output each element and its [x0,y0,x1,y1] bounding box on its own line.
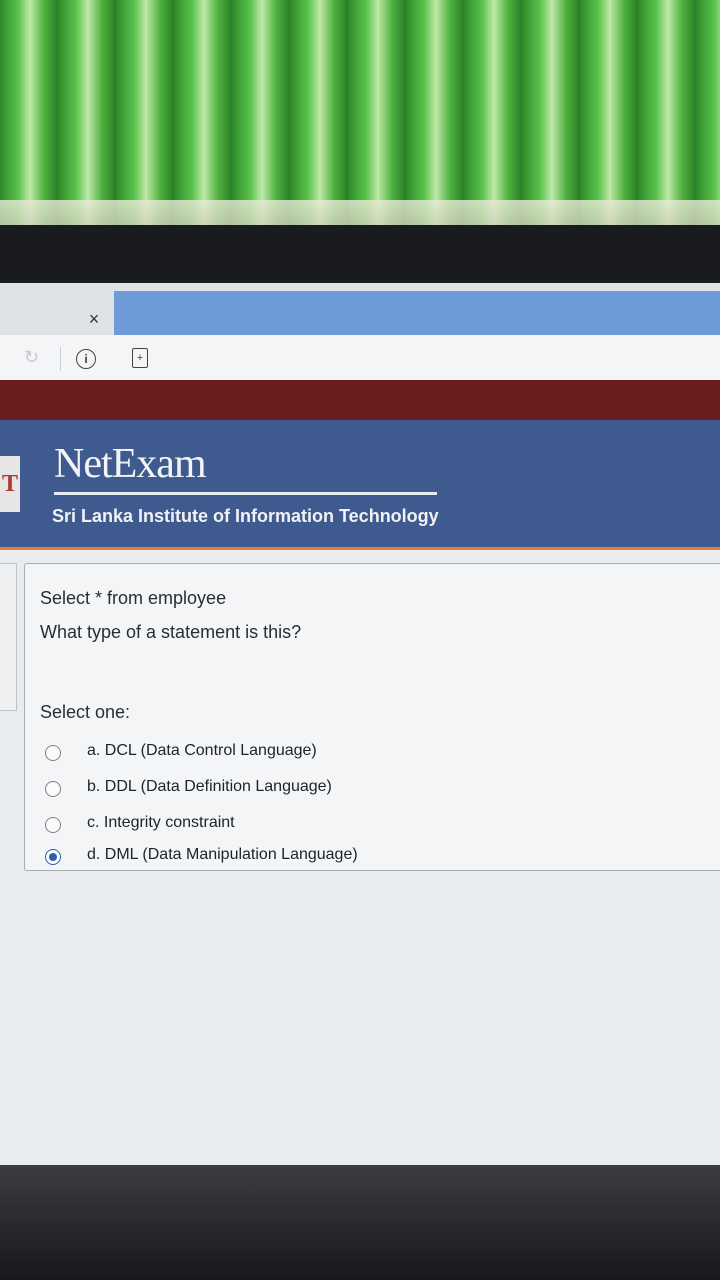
question-info-panel [0,563,17,711]
option-label-b: b. DDL (Data Definition Language) [87,778,332,795]
toolbar-divider [60,347,61,371]
close-icon[interactable]: × [84,309,104,329]
brand-underline [54,492,437,495]
radio-a[interactable] [45,745,61,761]
site-brand: NetExam [54,441,207,487]
active-tab[interactable] [114,291,720,335]
logo-icon: T [0,456,20,512]
monitor-bezel-bottom [0,1165,720,1280]
main-content: Select * from employee What type of a st… [0,551,720,1173]
site-header: T NetExam Sri Lanka Institute of Informa… [0,420,720,550]
option-label-d: d. DML (Data Manipulation Language) [87,846,358,863]
radio-c[interactable] [45,817,61,833]
site-top-bar [0,380,720,420]
organization-name: Sri Lanka Institute of Information Techn… [52,506,439,526]
browser-window: × ↻ i + T NetExam Sri Lanka Institute of… [0,283,720,1173]
question-box: Select * from employee What type of a st… [24,563,720,871]
info-icon[interactable]: i [76,349,96,369]
background-curtain [0,0,720,250]
answer-prompt: Select one: [40,702,131,722]
tab-strip: × [0,283,720,335]
address-bar: ↻ i + [0,335,720,381]
radio-b[interactable] [45,781,61,797]
option-label-c: c. Integrity constraint [87,814,235,831]
reload-icon[interactable]: ↻ [24,347,39,368]
radio-d[interactable] [45,849,61,865]
question-text-line2: What type of a statement is this? [40,622,302,642]
question-text-line1: Select * from employee [40,588,227,608]
option-label-a: a. DCL (Data Control Language) [87,742,317,759]
page-icon[interactable]: + [132,348,148,368]
